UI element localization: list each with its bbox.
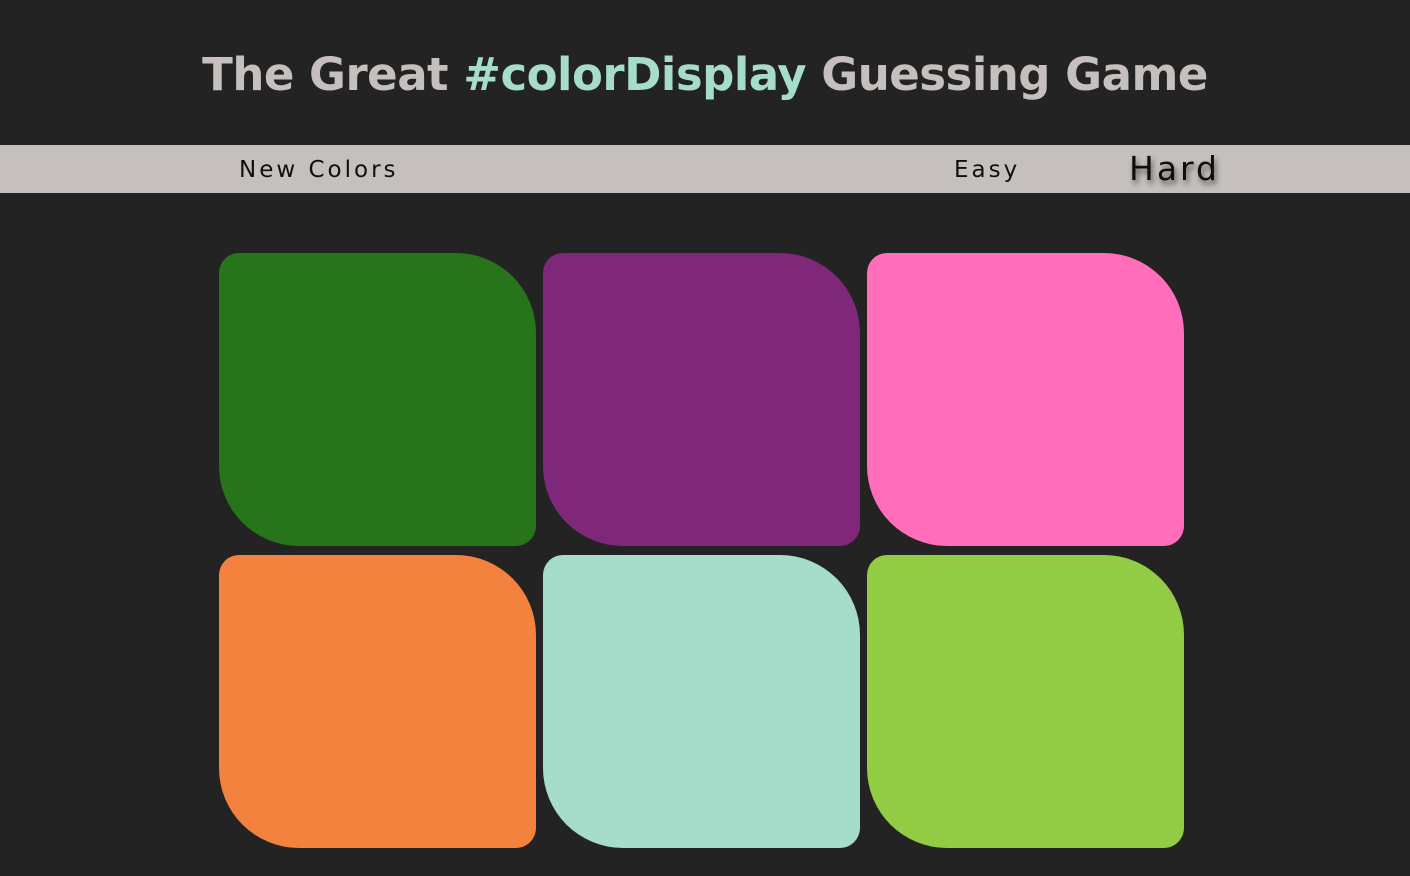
toolbar-stripe: New Colors Easy Hard — [0, 145, 1410, 193]
hard-mode-button[interactable]: Hard — [1129, 150, 1220, 188]
color-square-6[interactable] — [867, 555, 1184, 848]
easy-mode-button[interactable]: Easy — [954, 156, 1020, 184]
title-prefix: The Great — [202, 48, 464, 101]
new-colors-button[interactable]: New Colors — [239, 156, 399, 184]
page-title: The Great #colorDisplay Guessing Game — [0, 46, 1410, 104]
color-square-4[interactable] — [219, 555, 536, 848]
color-square-1[interactable] — [219, 253, 536, 546]
color-display-code: #colorDisplay — [463, 48, 807, 101]
header: The Great #colorDisplay Guessing Game — [0, 0, 1410, 145]
color-board — [219, 253, 1185, 848]
title-suffix: Guessing Game — [806, 48, 1208, 101]
color-square-3[interactable] — [867, 253, 1184, 546]
color-square-2[interactable] — [543, 253, 860, 546]
color-square-5[interactable] — [543, 555, 860, 848]
